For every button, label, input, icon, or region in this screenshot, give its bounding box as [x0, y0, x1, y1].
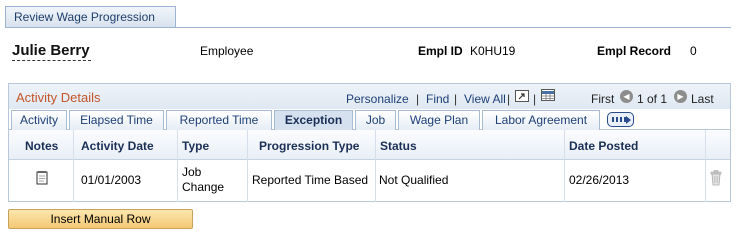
page-tab-review-wage-progression[interactable]: Review Wage Progression [5, 6, 176, 28]
link-separator: | [533, 92, 537, 106]
empl-id-value: K0HU19 [470, 44, 516, 58]
activity-date: 01/01/2003 [81, 173, 142, 187]
column-header-progression-type[interactable]: Progression Type [259, 139, 359, 153]
tab-wage-plan[interactable]: Wage Plan [398, 110, 480, 130]
tab-job[interactable]: Job [355, 110, 396, 130]
tab-reported-time[interactable]: Reported Time [166, 110, 272, 130]
row-range: 1 of 1 [637, 92, 668, 106]
empl-id-label: Empl ID [418, 44, 463, 58]
show-all-columns-icon[interactable] [607, 112, 634, 127]
column-header-status[interactable]: Status [380, 139, 417, 153]
zoom-grid-icon[interactable] [515, 90, 529, 102]
type-line-2: Change [182, 180, 225, 194]
employee-name-underline [12, 60, 91, 61]
column-header-date-posted[interactable]: Date Posted [569, 139, 638, 153]
page-tab-divider [5, 27, 731, 28]
notes-icon[interactable] [36, 170, 48, 188]
tab-exception[interactable]: Exception [274, 110, 353, 131]
type-line-1: Job [182, 165, 202, 179]
status: Not Qualified [379, 173, 449, 187]
column-divider [247, 130, 248, 202]
column-divider [564, 130, 565, 202]
grid-title: Activity Details [16, 90, 101, 105]
first-label: First [591, 92, 615, 106]
column-divider [705, 130, 706, 202]
tab-labor-agreement[interactable]: Labor Agreement [482, 110, 600, 130]
link-separator: | [416, 92, 420, 106]
last-label: Last [691, 92, 714, 106]
insert-manual-row-button[interactable]: Insert Manual Row [8, 209, 193, 229]
delete-row-icon[interactable] [710, 170, 722, 189]
tab-activity[interactable]: Activity [11, 110, 67, 130]
personalize-link[interactable]: Personalize [346, 92, 409, 106]
date-posted: 02/26/2013 [569, 173, 630, 187]
view-all-link[interactable]: View All [464, 92, 506, 106]
column-header-activity-date[interactable]: Activity Date [81, 139, 154, 153]
column-divider [375, 130, 376, 202]
progression-type: Reported Time Based [252, 173, 369, 187]
download-spreadsheet-icon[interactable] [541, 89, 555, 101]
link-separator: | [454, 92, 458, 106]
employee-role: Employee [200, 44, 254, 58]
previous-icon[interactable]: ◀ [620, 90, 633, 103]
link-separator: | [507, 92, 511, 106]
column-divider [177, 130, 178, 202]
employee-name[interactable]: Julie Berry [12, 42, 90, 59]
next-icon[interactable]: ▶ [674, 90, 687, 103]
column-header-notes[interactable]: Notes [25, 139, 58, 153]
column-header-type[interactable]: Type [182, 139, 209, 153]
column-divider [73, 130, 74, 202]
empl-record-value: 0 [690, 44, 697, 58]
find-link[interactable]: Find [426, 92, 449, 106]
empl-record-label: Empl Record [597, 44, 672, 58]
tab-elapsed-time[interactable]: Elapsed Time [69, 110, 164, 130]
